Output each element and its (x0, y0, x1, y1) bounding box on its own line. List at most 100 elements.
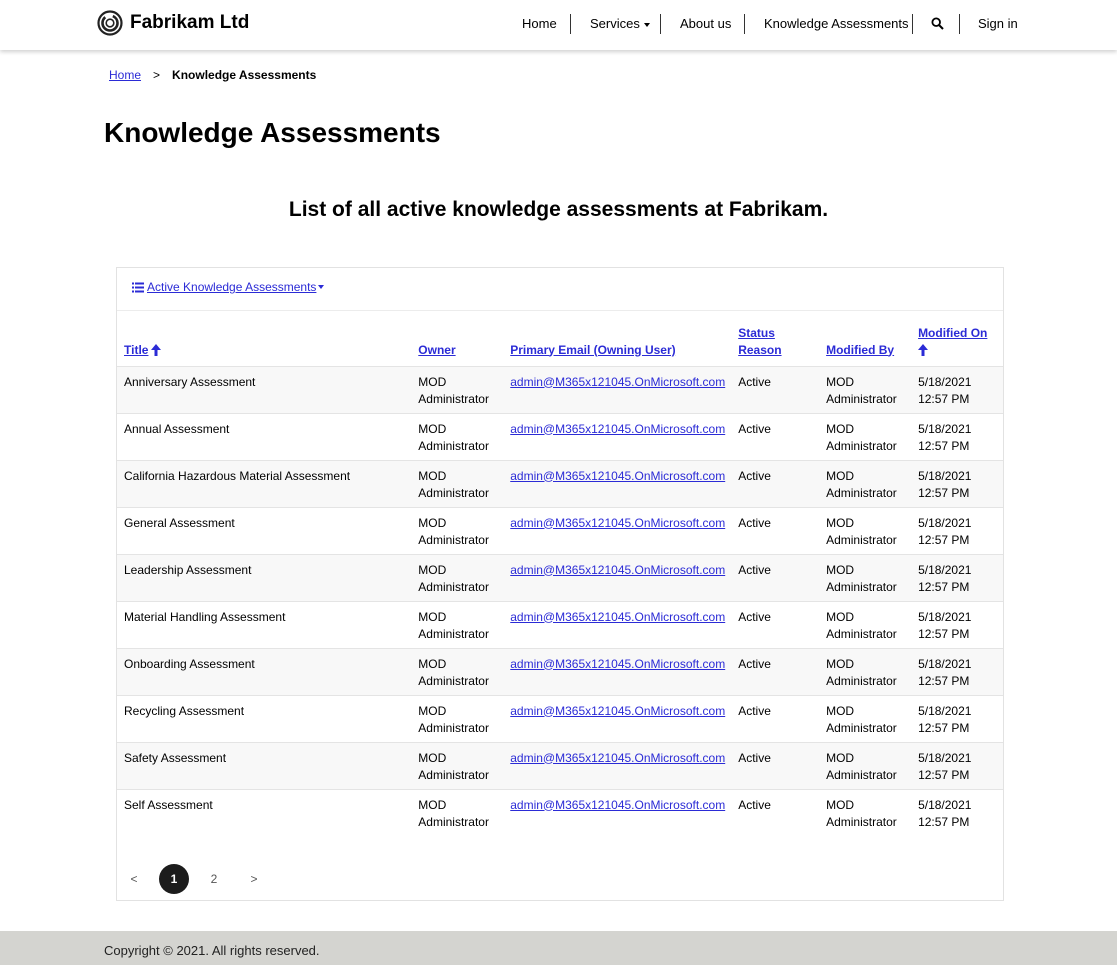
row-modified-by-line2: Administrator (826, 579, 897, 594)
row-owner-line1: MOD (418, 421, 447, 436)
row-title: Leadership Assessment (124, 562, 252, 577)
table-row[interactable]: Anniversary Assessment MOD Administrator ad… (117, 366, 1003, 414)
row-modified-by-line1: MOD (826, 797, 855, 812)
row-owner-line2: Administrator (418, 626, 489, 641)
row-modified-by-line1: MOD (826, 703, 855, 718)
footer-copyright: Copyright © 2021. All rights reserved. (104, 943, 320, 958)
table-row[interactable]: Self Assessment MOD Administrator admin@M36… (117, 789, 1003, 836)
pagination-next-button[interactable]: > (239, 864, 269, 894)
cell-title: Safety Assessment (117, 742, 412, 790)
row-owner-line1: MOD (418, 374, 447, 389)
row-email-link[interactable]: admin@M365x121045.OnMicrosoft.com (510, 469, 725, 483)
cell-owner: MOD Administrator (411, 366, 504, 414)
column-header-owner[interactable]: Owner (411, 323, 504, 367)
row-owner-line2: Administrator (418, 391, 489, 406)
row-email-link[interactable]: admin@M365x121045.OnMicrosoft.com (510, 375, 725, 389)
table-row[interactable]: Recycling Assessment MOD Administrator admi… (117, 695, 1003, 743)
pagination-page-2[interactable]: 2 (199, 864, 229, 894)
pagination-page-1[interactable]: 1 (159, 864, 189, 894)
nav-sign-in[interactable]: Sign in (978, 14, 1018, 34)
table-row[interactable]: Material Handling Assessment MOD Administr… (117, 601, 1003, 649)
row-owner-line2: Administrator (418, 814, 489, 829)
row-modified-by-line1: MOD (826, 609, 855, 624)
arrow-up-icon (151, 344, 162, 357)
nav-home[interactable]: Home (522, 14, 557, 34)
row-email-link[interactable]: admin@M365x121045.OnMicrosoft.com (510, 704, 725, 718)
row-modified-by-line2: Administrator (826, 814, 897, 829)
column-status-label-2: Reason (738, 342, 782, 357)
nav-knowledge-assessments[interactable]: Knowledge Assessments (764, 14, 909, 34)
row-owner-line2: Administrator (418, 767, 489, 782)
row-status: Active (738, 562, 771, 577)
table-row[interactable]: California Hazardous Material Assessment… (117, 460, 1003, 508)
row-owner-line1: MOD (418, 515, 447, 530)
cell-owner: MOD Administrator (411, 601, 504, 649)
column-header-status-reason[interactable]: Status Reason (731, 323, 820, 367)
main-nav: Home Services About us Knowledge Assessm… (0, 14, 1117, 34)
column-header-modified-by[interactable]: Modified By (819, 323, 912, 367)
row-status: Active (738, 703, 771, 718)
cell-owner: MOD Administrator (411, 648, 504, 696)
table-row[interactable]: Safety Assessment MOD Administrator admin@M… (117, 742, 1003, 790)
table-row[interactable]: General Assessment MOD Administrator admin@… (117, 507, 1003, 555)
cell-modified-by: MOD Administrator (819, 601, 912, 649)
nav-divider (660, 14, 661, 34)
nav-about[interactable]: About us (680, 14, 731, 34)
breadcrumb-home[interactable]: Home (109, 68, 141, 82)
row-owner-line1: MOD (418, 609, 447, 624)
table-row[interactable]: Onboarding Assessment MOD Administrator adm… (117, 648, 1003, 696)
row-modified-by-line2: Administrator (826, 626, 897, 641)
pagination-prev-button[interactable]: < (119, 864, 149, 894)
row-title: Material Handling Assessment (124, 609, 286, 624)
nav-services-label: Services (590, 16, 640, 31)
row-modified-time: 12:57 PM (918, 626, 970, 641)
column-status-label-1: Status (738, 325, 775, 340)
row-email-link[interactable]: admin@M365x121045.OnMicrosoft.com (510, 563, 725, 577)
cell-status: Active (731, 460, 820, 508)
row-status: Active (738, 421, 771, 436)
row-title: Safety Assessment (124, 750, 227, 765)
row-modified-date: 5/18/2021 (918, 656, 972, 671)
table-row[interactable]: Leadership Assessment MOD Administrator adm… (117, 554, 1003, 602)
cell-title: Annual Assessment (117, 413, 412, 461)
row-owner-line1: MOD (418, 750, 447, 765)
row-modified-date: 5/18/2021 (918, 515, 972, 530)
table-row[interactable]: Annual Assessment MOD Administrator admin@M… (117, 413, 1003, 461)
row-email-link[interactable]: admin@M365x121045.OnMicrosoft.com (510, 422, 725, 436)
row-title: Annual Assessment (124, 421, 230, 436)
column-header-title[interactable]: Title (117, 323, 412, 367)
nav-services[interactable]: Services (590, 14, 650, 34)
row-email-link[interactable]: admin@M365x121045.OnMicrosoft.com (510, 610, 725, 624)
cell-modified-by: MOD Administrator (819, 789, 911, 836)
cell-owner: MOD Administrator (411, 413, 504, 461)
entity-list-panel: Active Knowledge Assessments Title Owner… (116, 267, 1004, 901)
cell-status: Active (731, 601, 820, 649)
breadcrumb-separator: > (153, 68, 161, 82)
column-header-email[interactable]: Primary Email (Owning User) (503, 323, 732, 367)
row-modified-by-line2: Administrator (826, 673, 897, 688)
column-title-label: Title (124, 342, 149, 357)
cell-modified-on: 5/18/2021 12:57 PM (911, 507, 1003, 555)
cell-status: Active (731, 648, 820, 696)
row-modified-by-line2: Administrator (826, 438, 897, 453)
cell-title: General Assessment (117, 507, 412, 555)
row-modified-date: 5/18/2021 (918, 750, 972, 765)
view-selector-dropdown[interactable]: Active Knowledge Assessments (132, 280, 325, 294)
row-email-link[interactable]: admin@M365x121045.OnMicrosoft.com (510, 657, 725, 671)
cell-modified-on: 5/18/2021 12:57 PM (911, 554, 1003, 602)
search-button[interactable] (931, 17, 944, 35)
cell-modified-on: 5/18/2021 12:57 PM (911, 366, 1003, 414)
cell-title: Anniversary Assessment (117, 366, 412, 414)
row-owner-line2: Administrator (418, 579, 489, 594)
row-owner-line2: Administrator (418, 485, 489, 500)
row-email-link[interactable]: admin@M365x121045.OnMicrosoft.com (510, 751, 725, 765)
row-modified-time: 12:57 PM (918, 767, 970, 782)
cell-modified-by: MOD Administrator (819, 742, 912, 790)
arrow-up-icon (918, 344, 929, 357)
cell-modified-by: MOD Administrator (819, 648, 912, 696)
cell-status: Active (731, 789, 819, 836)
row-email-link[interactable]: admin@M365x121045.OnMicrosoft.com (510, 516, 725, 530)
column-header-modified-on[interactable]: Modified On (911, 323, 1003, 367)
row-owner-line1: MOD (418, 703, 447, 718)
row-email-link[interactable]: admin@M365x121045.OnMicrosoft.com (510, 798, 725, 812)
